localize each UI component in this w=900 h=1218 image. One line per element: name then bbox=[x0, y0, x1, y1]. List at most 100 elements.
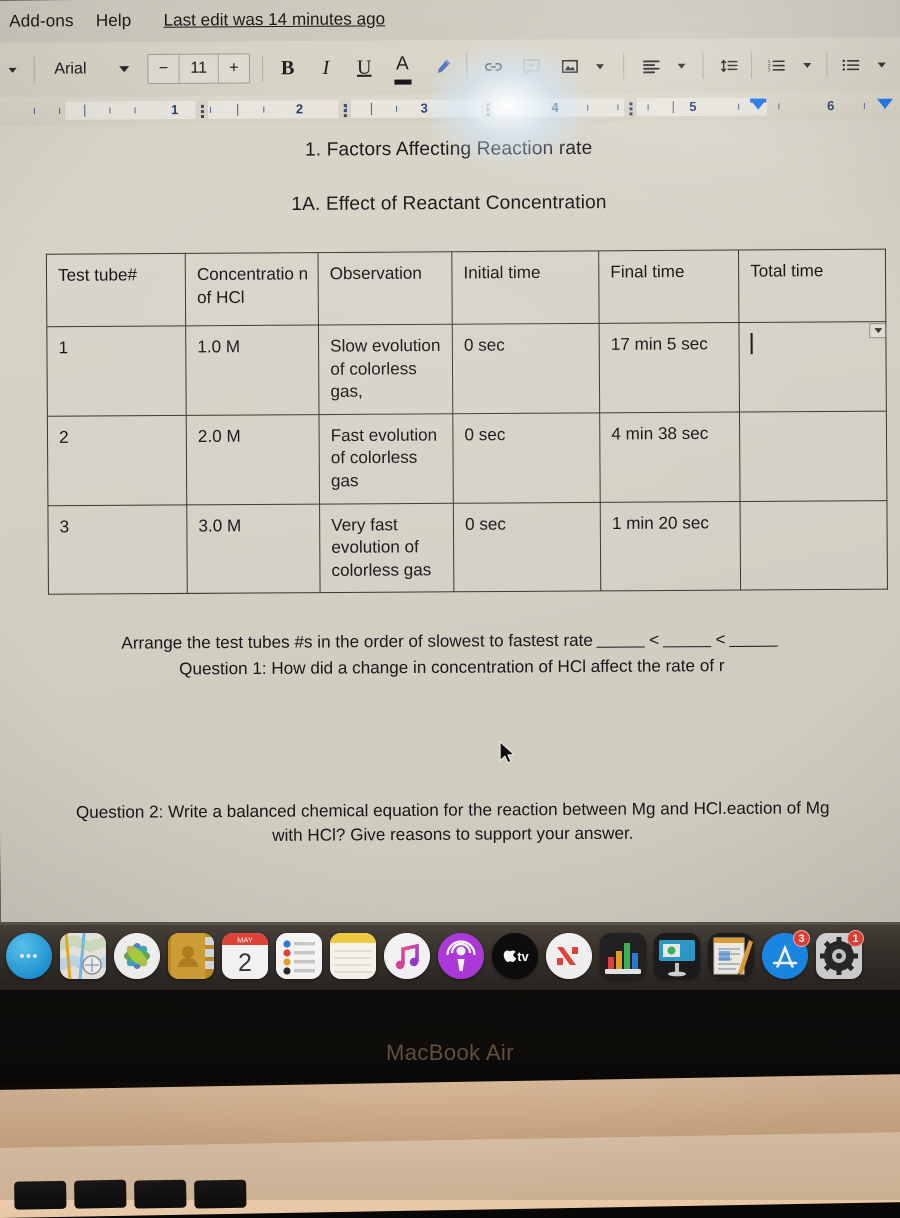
dock-item-appstore[interactable]: 3 bbox=[759, 930, 811, 982]
keynote-icon bbox=[654, 933, 700, 979]
table-row[interactable]: 1 1.0 M Slow evolution of colorless gas,… bbox=[46, 321, 887, 417]
cell-initial-time[interactable]: 0 sec bbox=[452, 323, 600, 414]
answer-blank-3[interactable] bbox=[729, 645, 778, 647]
cell-concentration[interactable]: 1.0 M bbox=[185, 325, 319, 416]
screen-bezel bbox=[0, 990, 900, 1082]
column-header-concentration: Concentratio n of HCl bbox=[185, 252, 319, 326]
cell-concentration[interactable]: 3.0 M bbox=[186, 503, 321, 594]
cell-test-tube[interactable]: 3 bbox=[47, 504, 188, 595]
cell-final-time[interactable]: 1 min 20 sec bbox=[600, 501, 741, 592]
cell-observation[interactable]: Slow evolution of colorless gas, bbox=[318, 324, 453, 415]
macos-dock[interactable]: MAY 2 bbox=[0, 922, 900, 990]
svg-text:3: 3 bbox=[767, 67, 770, 72]
last-edit-status[interactable]: Last edit was 14 minutes ago bbox=[164, 9, 386, 30]
font-family-chevron-down-icon[interactable] bbox=[109, 52, 139, 86]
menu-item-help[interactable]: Help bbox=[96, 11, 132, 31]
font-size-decrease-button[interactable]: − bbox=[148, 55, 178, 83]
dock-item-messages[interactable] bbox=[3, 930, 55, 982]
apple-tv-icon: tv bbox=[492, 933, 538, 979]
bulleted-list-chevron-down-icon[interactable] bbox=[867, 47, 897, 81]
cell-initial-time[interactable]: 0 sec bbox=[452, 412, 601, 503]
insert-image-icon[interactable] bbox=[555, 49, 585, 83]
text-cursor bbox=[750, 332, 753, 355]
answer-blank-2[interactable] bbox=[663, 646, 712, 648]
laptop-keyboard-deck bbox=[0, 1131, 900, 1218]
bold-icon[interactable]: B bbox=[273, 51, 303, 85]
dock-item-numbers[interactable] bbox=[597, 930, 649, 982]
maps-icon bbox=[60, 933, 106, 979]
toolbar-divider-3 bbox=[465, 54, 467, 81]
cell-observation[interactable]: Fast evolution of colorless gas bbox=[318, 413, 454, 504]
highlight-icon[interactable] bbox=[427, 50, 457, 84]
appstore-badge: 3 bbox=[793, 930, 810, 947]
column-header-final-time: Final time bbox=[598, 250, 739, 324]
music-icon bbox=[384, 933, 430, 979]
font-size-value[interactable]: 11 bbox=[178, 54, 219, 83]
dock-item-reminders[interactable] bbox=[273, 930, 325, 982]
align-chevron-down-icon[interactable] bbox=[666, 49, 696, 83]
cell-total-time[interactable] bbox=[739, 410, 887, 502]
cell-test-tube[interactable]: 2 bbox=[47, 415, 187, 506]
system-preferences-badge: 1 bbox=[847, 930, 864, 947]
dock-item-music[interactable] bbox=[381, 930, 433, 982]
font-size-increase-button[interactable]: + bbox=[219, 54, 249, 82]
arrange-paragraph[interactable]: Arrange the test tubes #s in the order o… bbox=[59, 627, 844, 682]
undo-icon[interactable] bbox=[0, 53, 28, 87]
right-indent-bar[interactable] bbox=[750, 98, 767, 103]
italic-icon[interactable]: I bbox=[311, 51, 341, 85]
table-row[interactable]: 2 2.0 M Fast evolution of colorless gas … bbox=[47, 410, 887, 506]
toolbar-divider-7 bbox=[825, 51, 827, 78]
bulleted-list-icon[interactable] bbox=[836, 48, 866, 82]
dock-item-keynote[interactable] bbox=[651, 930, 703, 982]
dock-item-notes[interactable] bbox=[327, 930, 379, 982]
insert-link-icon[interactable] bbox=[478, 50, 508, 84]
line-spacing-icon[interactable] bbox=[715, 48, 745, 82]
dock-item-maps[interactable] bbox=[57, 930, 109, 982]
messages-icon bbox=[6, 933, 52, 979]
svg-text:2: 2 bbox=[238, 949, 252, 977]
numbered-list-icon[interactable]: 123 bbox=[761, 48, 791, 82]
cell-total-time[interactable] bbox=[740, 500, 888, 591]
insert-image-chevron-down-icon[interactable] bbox=[585, 49, 615, 83]
column-header-initial-time: Initial time bbox=[451, 250, 600, 325]
ruler-track[interactable]: 1 2 3 4 5 6 bbox=[14, 97, 895, 120]
ruler-number: 4 bbox=[551, 99, 559, 115]
numbered-list-chevron-down-icon[interactable] bbox=[792, 48, 822, 82]
answer-blank-1[interactable] bbox=[596, 646, 646, 648]
dock-item-photos[interactable] bbox=[111, 930, 163, 982]
dock-item-news[interactable] bbox=[543, 930, 595, 982]
font-size-stepper[interactable]: − 11 + bbox=[147, 53, 251, 85]
font-family-value[interactable]: Arial bbox=[40, 60, 109, 79]
cell-test-tube[interactable]: 1 bbox=[46, 325, 187, 417]
dock-item-pages[interactable] bbox=[705, 930, 757, 982]
ruler-segment bbox=[492, 98, 626, 118]
dock-item-contacts[interactable] bbox=[165, 930, 217, 982]
podcasts-icon bbox=[438, 933, 484, 979]
table-options-chevron-down-icon[interactable] bbox=[869, 323, 887, 339]
document-page[interactable]: 1. Factors Affecting Reaction rate 1A. E… bbox=[0, 119, 900, 929]
cell-final-time[interactable]: 4 min 38 sec bbox=[599, 411, 741, 503]
dock-item-system-preferences[interactable]: 1 bbox=[813, 930, 865, 982]
document-body[interactable]: 1. Factors Affecting Reaction rate 1A. E… bbox=[0, 119, 900, 929]
lab-data-table[interactable]: Test tube# Concentratio n of HCl Observa… bbox=[46, 249, 888, 596]
dock-item-podcasts[interactable] bbox=[435, 930, 487, 982]
arrange-operator-1: < bbox=[649, 630, 660, 650]
cell-concentration[interactable]: 2.0 M bbox=[186, 414, 320, 505]
table-row[interactable]: 3 3.0 M Very fast evolution of colorless… bbox=[47, 500, 888, 595]
menu-item-add-ons[interactable]: Add-ons bbox=[9, 11, 74, 32]
underline-icon[interactable]: U bbox=[349, 51, 379, 85]
dock-item-tv[interactable]: tv bbox=[489, 930, 541, 982]
contacts-icon bbox=[168, 933, 214, 979]
cell-final-time[interactable]: 17 min 5 sec bbox=[599, 322, 740, 413]
toolbar-divider-4 bbox=[623, 53, 624, 80]
text-color-icon[interactable]: A bbox=[387, 50, 417, 84]
margin-indent-marker[interactable] bbox=[876, 98, 894, 109]
dock-item-calendar[interactable]: MAY 2 bbox=[219, 930, 271, 982]
cell-total-time[interactable] bbox=[738, 321, 887, 412]
align-icon[interactable] bbox=[636, 49, 666, 83]
cell-observation[interactable]: Very fast evolution of colorless gas bbox=[319, 502, 454, 594]
keyboard-key bbox=[74, 1179, 127, 1209]
cell-initial-time[interactable]: 0 sec bbox=[453, 502, 601, 593]
ruler-number: 3 bbox=[420, 100, 428, 116]
add-comment-icon[interactable] bbox=[516, 50, 546, 84]
